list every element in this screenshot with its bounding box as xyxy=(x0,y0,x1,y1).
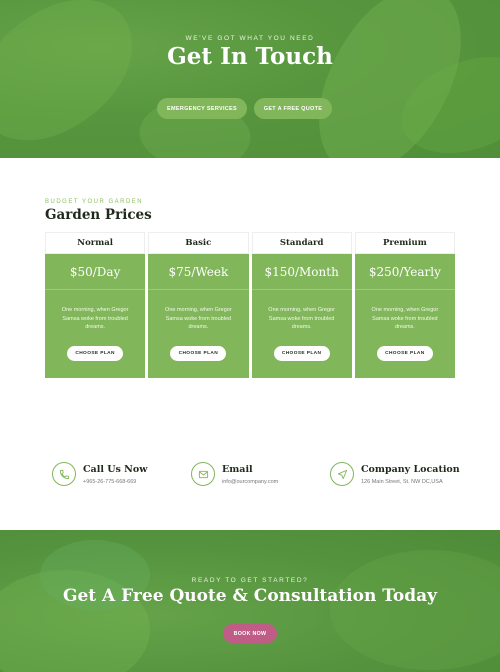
hero-title: Get In Touch xyxy=(167,43,333,70)
plan-body: $250/Yearly One morning, when Gregor Sam… xyxy=(354,254,455,378)
plan-card-basic: Basic $75/Week One morning, when Gregor … xyxy=(148,232,249,378)
contact-detail: 126 Main Street, St. NW DC,USA xyxy=(361,478,443,485)
plan-price: $250/Yearly xyxy=(354,254,455,290)
emergency-services-button[interactable]: EMERGENCY SERVICES xyxy=(157,98,247,119)
hero-overlay xyxy=(0,0,500,158)
cta-title: Get A Free Quote & Consultation Today xyxy=(62,586,438,606)
contact-title: Email xyxy=(222,463,253,475)
hero-section: WE'VE GOT WHAT YOU NEED Get In Touch EME… xyxy=(0,0,500,158)
choose-plan-button[interactable]: CHOOSE PLAN xyxy=(376,345,433,361)
pricing-table: Normal $50/Day One morning, when Gregor … xyxy=(45,232,455,378)
plan-price: $75/Week xyxy=(148,254,249,290)
choose-plan-button[interactable]: CHOOSE PLAN xyxy=(67,345,124,361)
contact-title: Call Us Now xyxy=(83,463,148,475)
book-now-button[interactable]: BOOK NOW xyxy=(223,624,277,643)
pricing-title: Garden Prices xyxy=(45,207,152,223)
contact-email: Email info@ourcompany.com xyxy=(191,462,278,486)
plan-description: One morning, when Gregor Samsa woke from… xyxy=(268,307,335,330)
phone-icon xyxy=(52,462,76,486)
plan-price: $150/Month xyxy=(251,254,352,290)
plan-body: $150/Month One morning, when Gregor Sams… xyxy=(251,254,352,378)
plan-description: One morning, when Gregor Samsa woke from… xyxy=(371,307,439,330)
plan-card-normal: Normal $50/Day One morning, when Gregor … xyxy=(45,232,146,378)
free-quote-button[interactable]: GET A FREE QUOTE xyxy=(254,98,332,119)
contact-title: Company Location xyxy=(361,463,460,475)
contact-phone: Call Us Now +965-26-775-668-669 xyxy=(52,462,147,486)
plan-price: $50/Day xyxy=(45,254,146,290)
plan-body: $75/Week One morning, when Gregor Samsa … xyxy=(148,254,249,378)
plan-description: One morning, when Gregor Samsa woke from… xyxy=(165,307,232,330)
plan-name: Normal xyxy=(45,232,146,254)
plan-name: Premium xyxy=(354,232,455,254)
contact-detail: +965-26-775-668-669 xyxy=(83,478,137,485)
plan-card-premium: Premium $250/Yearly One morning, when Gr… xyxy=(354,232,455,378)
hero-eyebrow: WE'VE GOT WHAT YOU NEED xyxy=(185,35,315,42)
mail-icon xyxy=(191,462,215,486)
choose-plan-button[interactable]: CHOOSE PLAN xyxy=(273,345,330,361)
cta-eyebrow: READY TO GET STARTED? xyxy=(191,577,309,584)
plan-description: One morning, when Gregor Samsa woke from… xyxy=(61,307,129,330)
plan-name: Standard xyxy=(251,232,352,254)
plan-body: $50/Day One morning, when Gregor Samsa w… xyxy=(45,254,146,378)
choose-plan-button[interactable]: CHOOSE PLAN xyxy=(170,345,227,361)
plan-name: Basic xyxy=(148,232,249,254)
pricing-eyebrow: BUDGET YOUR GARDEN xyxy=(45,199,144,205)
contact-detail: info@ourcompany.com xyxy=(222,478,279,485)
plan-card-standard: Standard $150/Month One morning, when Gr… xyxy=(251,232,352,378)
contact-location: Company Location 126 Main Street, St. NW… xyxy=(330,462,460,486)
cta-section: READY TO GET STARTED? Get A Free Quote &… xyxy=(0,530,500,672)
location-arrow-icon xyxy=(330,462,354,486)
